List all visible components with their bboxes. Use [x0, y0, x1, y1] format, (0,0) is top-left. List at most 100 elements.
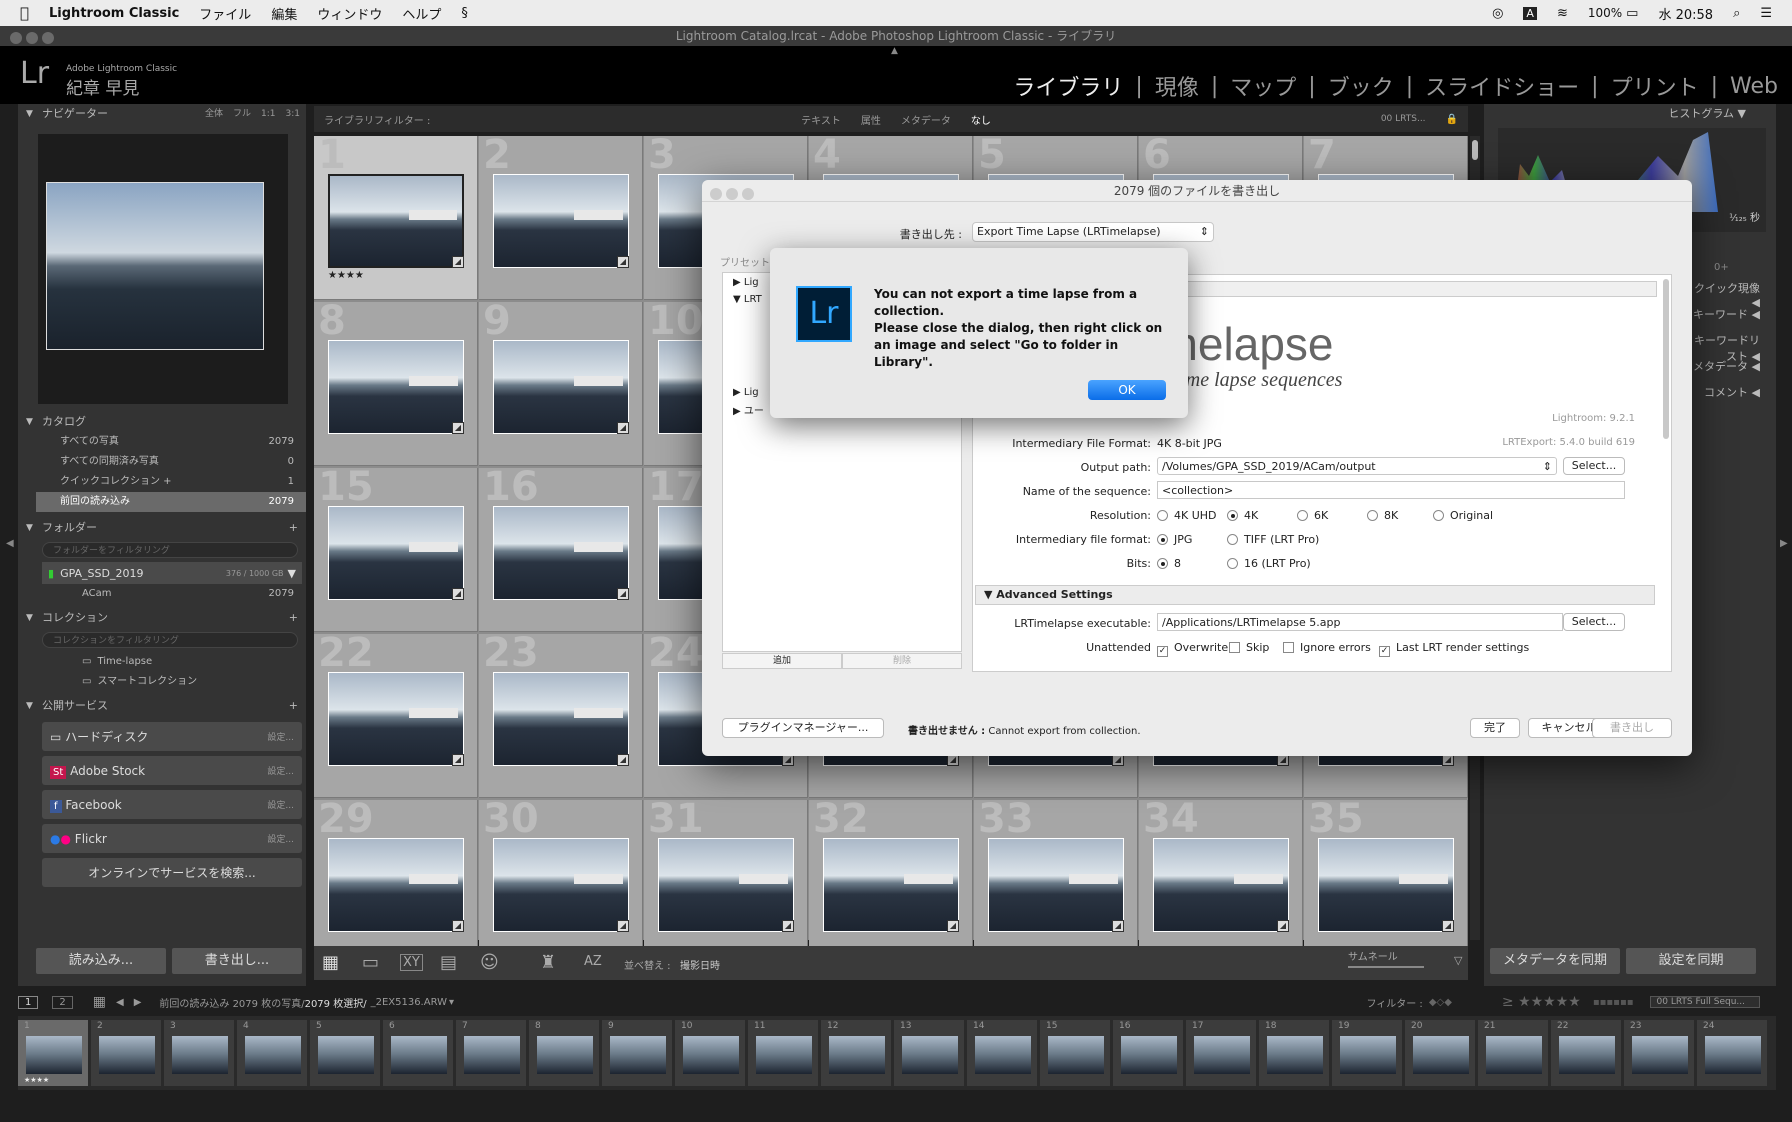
filmstrip-thumbnail[interactable]: 16	[1113, 1020, 1183, 1086]
catalog-row-previous[interactable]: 前回の読み込み 2079	[36, 492, 306, 512]
filter-metadata[interactable]: メタデータ	[901, 112, 951, 127]
thumbnail-image[interactable]	[493, 174, 629, 268]
histogram-header[interactable]: ヒストグラム ▼	[1484, 104, 1776, 124]
volume-menu-icon[interactable]: ▼	[288, 567, 296, 580]
collection-filter-input[interactable]: コレクションをフィルタリング	[42, 632, 298, 648]
filmstrip-thumbnail[interactable]: 22	[1551, 1020, 1621, 1086]
add-collection-icon[interactable]: +	[289, 608, 298, 628]
import-button[interactable]: 読み込み...	[36, 948, 166, 974]
export-to-select[interactable]: Export Time Lapse (LRTimelapse) ⇕	[972, 222, 1214, 242]
grid-cell[interactable]: 1 ◢ ★★★★	[314, 136, 478, 300]
format-jpg[interactable]: JPG	[1157, 533, 1227, 546]
thumbnail-image[interactable]	[328, 838, 464, 932]
star-rating[interactable]: ★★★★	[328, 270, 364, 281]
thumbnail-image[interactable]	[328, 672, 464, 766]
grid-cell[interactable]: 35 ◢	[1304, 800, 1468, 964]
dialog-close-button[interactable]	[710, 188, 722, 200]
ignore-errors-checkbox[interactable]: Ignore errors	[1283, 641, 1379, 657]
loupe-view-icon[interactable]: ▭	[362, 952, 379, 973]
comments-header[interactable]: コメント ◀	[1684, 384, 1760, 410]
grid-cell[interactable]: 8 ◢	[314, 302, 478, 466]
resolution-original[interactable]: Original	[1433, 509, 1493, 522]
alert-ok-button[interactable]: OK	[1088, 380, 1166, 400]
filmstrip-thumbnail[interactable]: 6	[383, 1020, 453, 1086]
grid-cell[interactable]: 22 ◢	[314, 634, 478, 798]
module-book[interactable]: ブック	[1328, 70, 1394, 102]
menu-file[interactable]: ファイル	[199, 4, 251, 23]
module-web[interactable]: Web	[1730, 74, 1778, 99]
close-window-button[interactable]	[10, 32, 22, 44]
find-services-button[interactable]: オンラインでサービスを検索...	[42, 858, 302, 887]
thumbnail-image[interactable]	[493, 672, 629, 766]
grid-cell[interactable]: 16 ◢	[479, 468, 643, 632]
plugin-manager-button[interactable]: プラグインマネージャー...	[722, 718, 884, 738]
skip-checkbox[interactable]: Skip	[1229, 641, 1283, 657]
sort-direction-icon[interactable]: AZ	[584, 954, 602, 969]
done-button[interactable]: 完了	[1470, 718, 1520, 738]
filmstrip-thumbnail[interactable]: 2	[91, 1020, 161, 1086]
grid-cell[interactable]: 29 ◢	[314, 800, 478, 964]
resolution-4k[interactable]: 4K	[1227, 509, 1297, 522]
service-settings[interactable]: 設定...	[267, 764, 294, 777]
filmstrip-thumbnail[interactable]: 8	[529, 1020, 599, 1086]
advanced-settings-header[interactable]: ▼ Advanced Settings	[975, 585, 1655, 605]
back-arrow-icon[interactable]: ◀	[116, 997, 124, 1008]
people-view-icon[interactable]: ☺	[480, 952, 499, 973]
executable-select-button[interactable]: Select...	[1563, 613, 1625, 631]
thumbnail-image[interactable]	[493, 506, 629, 600]
grid-cell[interactable]: 23 ◢	[479, 634, 643, 798]
filmstrip-thumbnail[interactable]: 18	[1259, 1020, 1329, 1086]
filmstrip-thumbnail[interactable]: 9	[602, 1020, 672, 1086]
grid-cell[interactable]: 15 ◢	[314, 468, 478, 632]
thumbnail-image[interactable]	[988, 838, 1124, 932]
rating-filter[interactable]: ≥ ★★★★★	[1502, 994, 1581, 1010]
zoom-fill[interactable]: フル	[233, 104, 251, 124]
service-settings[interactable]: 設定...	[267, 798, 294, 811]
filmstrip-thumbnail[interactable]: 7	[456, 1020, 526, 1086]
zoom-1-1[interactable]: 1:1	[261, 104, 275, 124]
catalog-row-all[interactable]: すべての写真 2079	[18, 432, 306, 452]
module-map[interactable]: マップ	[1230, 70, 1296, 102]
script-icon[interactable]: §	[461, 6, 468, 21]
collection-timelapse[interactable]: ▭ Time-lapse	[18, 652, 306, 672]
filmstrip-preset[interactable]: 00 LRTS Full Sequ...	[1649, 996, 1760, 1008]
left-panel-toggle-icon[interactable]: ◀	[6, 538, 14, 549]
service-settings[interactable]: 設定...	[267, 730, 294, 743]
app-menu[interactable]: Lightroom Classic	[49, 6, 179, 21]
metadata-header[interactable]: メタデータ ◀	[1684, 358, 1760, 384]
keywording-header[interactable]: キーワード ◀	[1684, 306, 1760, 332]
folder-row-acam[interactable]: ACam 2079	[18, 584, 306, 604]
thumbnail-image[interactable]	[493, 340, 629, 434]
grid-cell[interactable]: 34 ◢	[1139, 800, 1303, 964]
filmstrip-thumbnail[interactable]: 11	[748, 1020, 818, 1086]
wifi-icon[interactable]: ≋	[1557, 6, 1568, 21]
filmstrip-thumbnail[interactable]: 14	[967, 1020, 1037, 1086]
navigator-header[interactable]: ナビゲーター 全体 フル 1:1 3:1	[18, 104, 306, 124]
sync-settings-button[interactable]: 設定を同期	[1626, 948, 1756, 974]
zoom-fit[interactable]: 全体	[205, 104, 223, 124]
grid-cell[interactable]: 2 ◢	[479, 136, 643, 300]
menu-help[interactable]: ヘルプ	[402, 4, 441, 23]
grid-cell[interactable]: 31 ◢	[644, 800, 808, 964]
grid-cell[interactable]: 33 ◢	[974, 800, 1138, 964]
thumbnail-image[interactable]	[328, 506, 464, 600]
bits-16[interactable]: 16 (LRT Pro)	[1227, 557, 1311, 570]
survey-view-icon[interactable]: ▤	[440, 952, 457, 973]
thumbnail-size-slider[interactable]	[1348, 966, 1424, 968]
module-develop[interactable]: 現像	[1155, 70, 1199, 102]
compare-view-icon[interactable]: XY	[400, 954, 423, 971]
output-path-select[interactable]: /Volumes/GPA_SSD_2019/ACam/output ⇕	[1157, 457, 1557, 475]
catalog-row-synced[interactable]: すべての同期済み写真 0	[18, 452, 306, 472]
clock[interactable]: 水 20:58	[1658, 4, 1713, 23]
zoom-3-1[interactable]: 3:1	[286, 104, 300, 124]
battery-percent[interactable]: 100%	[1588, 6, 1622, 20]
filmstrip-thumbnail[interactable]: 23	[1624, 1020, 1694, 1086]
toolbar-menu-icon[interactable]: ▽	[1454, 954, 1462, 967]
filmstrip-page-1[interactable]: 1	[18, 995, 39, 1009]
service-adobe-stock[interactable]: St Adobe Stock 設定...	[42, 756, 302, 785]
service-flickr[interactable]: ●● Flickr 設定...	[42, 824, 302, 853]
grid-cell[interactable]: 9 ◢	[479, 302, 643, 466]
filter-text[interactable]: テキスト	[801, 112, 841, 127]
service-facebook[interactable]: f Facebook 設定...	[42, 790, 302, 819]
overwrite-checkbox[interactable]: ✓ Overwrite	[1157, 641, 1229, 657]
